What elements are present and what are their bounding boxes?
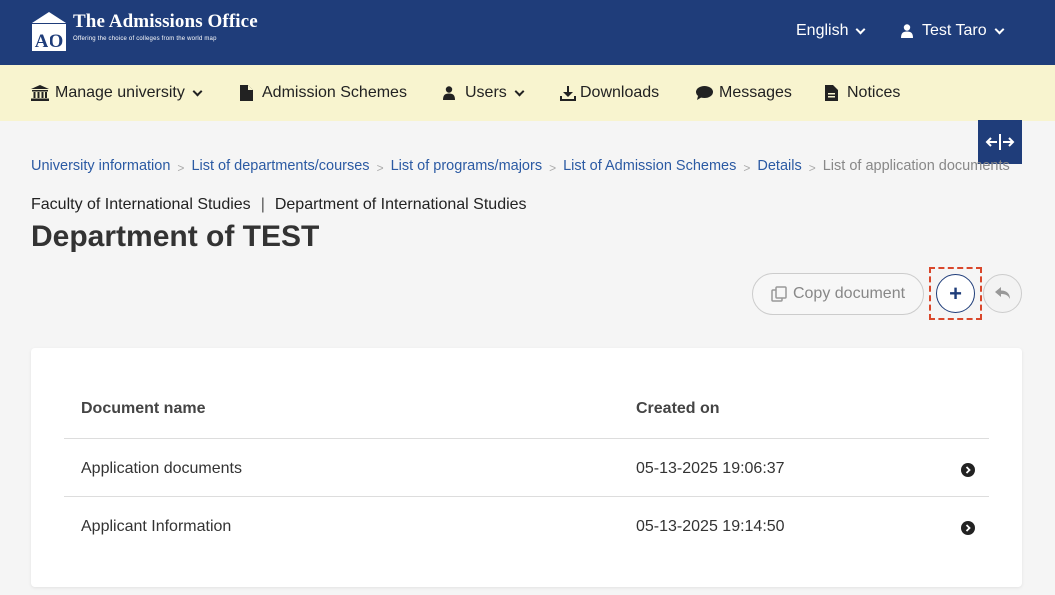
user-icon — [443, 86, 455, 100]
breadcrumb-separator: > — [376, 161, 384, 175]
created-on-cell: 05-13-2025 19:14:50 — [636, 518, 785, 535]
row-divider — [64, 496, 989, 497]
faculty-name: Faculty of International Studies — [31, 196, 251, 213]
nav-notices[interactable]: Notices — [825, 65, 900, 121]
breadcrumb-separator: > — [808, 161, 816, 175]
copy-document-button[interactable]: Copy document — [752, 273, 924, 315]
breadcrumb-link[interactable]: University information — [31, 158, 170, 178]
user-name: Test Taro — [922, 22, 987, 39]
nav-downloads[interactable]: Downloads — [560, 65, 659, 121]
chevron-down-icon — [514, 86, 525, 96]
chevron-circle-right-icon[interactable] — [961, 463, 975, 477]
copy-icon — [771, 286, 787, 302]
nav-messages[interactable]: Messages — [696, 65, 792, 121]
download-icon — [560, 85, 576, 101]
breadcrumb-link[interactable]: List of departments/courses — [191, 158, 369, 178]
top-header: AO The Admissions Office Offering the ch… — [0, 0, 1055, 65]
chevron-circle-right-icon[interactable] — [961, 521, 975, 535]
chevron-down-icon — [994, 24, 1005, 34]
document-name-cell: Application documents — [81, 460, 242, 477]
breadcrumb-separator: > — [743, 161, 751, 175]
documents-table-card: Document name Created on Application doc… — [31, 348, 1022, 587]
message-icon — [696, 86, 713, 100]
nav-label: Downloads — [580, 84, 660, 101]
nav-label: Messages — [719, 84, 792, 101]
add-document-button[interactable]: + — [936, 274, 975, 313]
nav-label: Admission Schemes — [262, 84, 407, 101]
logo-mark-icon: AO — [31, 11, 67, 52]
breadcrumb-link[interactable]: Details — [757, 158, 801, 178]
plus-icon: + — [949, 280, 962, 306]
user-menu[interactable]: Test Taro — [901, 22, 1005, 40]
breadcrumb-separator: > — [549, 161, 557, 175]
document-icon — [240, 85, 253, 101]
breadcrumb: University information > List of departm… — [31, 158, 1010, 178]
nav-label: Notices — [847, 84, 901, 101]
nav-manage-university[interactable]: Manage university — [31, 65, 203, 121]
column-header-created-on: Created on — [636, 400, 720, 417]
page-title: Department of TEST — [31, 220, 320, 253]
notice-icon — [825, 85, 838, 101]
reply-arrow-icon — [994, 287, 1010, 299]
breadcrumb-separator: > — [177, 161, 185, 175]
chevron-down-icon — [856, 24, 866, 34]
faculty-department-line: Faculty of International Studies | Depar… — [31, 196, 527, 214]
breadcrumb-current: List of application documents — [822, 158, 1010, 174]
user-icon — [901, 24, 913, 38]
nav-label: Manage university — [55, 84, 185, 101]
nav-admission-schemes[interactable]: Admission Schemes — [240, 65, 407, 121]
logo-subtitle: Offering the choice of colleges from the… — [73, 36, 217, 42]
expand-arrows-icon — [985, 134, 1015, 150]
department-name: Department of International Studies — [274, 196, 527, 213]
breadcrumb-link[interactable]: List of programs/majors — [391, 158, 543, 178]
created-on-cell: 05-13-2025 19:06:37 — [636, 460, 785, 477]
language-selector[interactable]: English — [796, 22, 866, 40]
university-icon — [31, 85, 49, 101]
nav-users[interactable]: Users — [443, 65, 525, 121]
logo[interactable]: AO The Admissions Office Offering the ch… — [31, 11, 258, 52]
document-name-cell: Applicant Information — [81, 518, 232, 535]
language-label: English — [796, 22, 849, 39]
column-header-document-name: Document name — [81, 400, 206, 417]
breadcrumb-link[interactable]: List of Admission Schemes — [563, 158, 736, 178]
logo-title: The Admissions Office — [73, 11, 258, 32]
chevron-down-icon — [192, 86, 203, 96]
header-divider — [64, 438, 989, 439]
divider: | — [260, 196, 265, 213]
main-nav: Manage university Admission Schemes User… — [0, 65, 1055, 121]
nav-label: Users — [465, 84, 507, 101]
back-button[interactable] — [983, 274, 1022, 313]
copy-document-label: Copy document — [792, 285, 906, 302]
